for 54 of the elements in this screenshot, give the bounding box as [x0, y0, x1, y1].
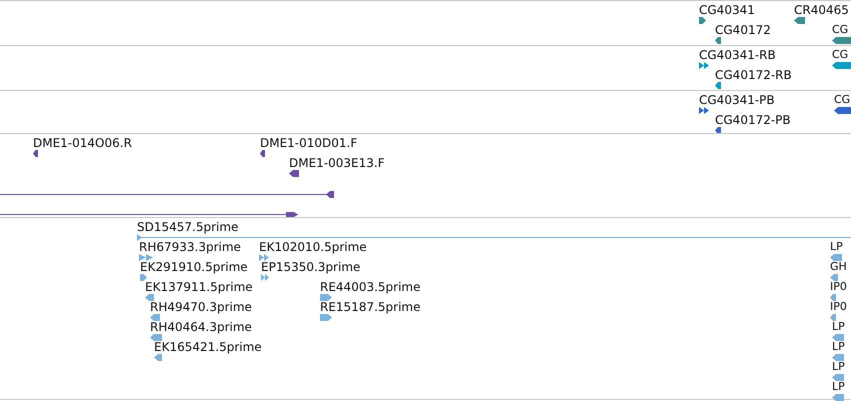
feature-label: RH40464.3prime: [150, 320, 252, 334]
left-arrow-icon[interactable]: [715, 37, 721, 44]
feature-label: LP: [832, 340, 845, 354]
feature-label: EP15350.3prime: [261, 260, 360, 274]
right-arrow-icon[interactable]: [140, 274, 147, 281]
feature-label: EK165421.5prime: [154, 340, 262, 354]
double-chevron-icon[interactable]: [139, 254, 153, 261]
feature-label: CG40172-RB: [715, 68, 792, 82]
feature-label: DME1-014O06.R: [33, 136, 132, 150]
alignment-arrow[interactable]: [0, 211, 298, 218]
feature-label: DME1-010D01.F: [260, 136, 358, 150]
feature-label: RH49470.3prime: [150, 300, 252, 314]
feature-label: CG40341-RB: [699, 48, 776, 62]
feature-label: EK102010.5prime: [259, 240, 367, 254]
feature-label: CG40341-PB: [699, 93, 775, 107]
feature-label: CG: [834, 93, 850, 107]
left-arrow-icon[interactable]: [33, 150, 38, 157]
right-arrow-icon[interactable]: [320, 314, 332, 321]
left-arrow-icon[interactable]: [715, 82, 721, 89]
feature-label: RE44003.5prime: [320, 280, 420, 294]
feature-label: LP: [832, 380, 845, 394]
feature-label: IP0: [830, 280, 847, 294]
left-arrow-icon[interactable]: [832, 62, 851, 69]
feature-label: CG40172-PB: [715, 113, 791, 127]
feature-label: CG40172: [715, 23, 771, 37]
feature-label: GH: [830, 260, 847, 274]
right-arrow-icon[interactable]: [699, 17, 706, 24]
feature-label: LP: [832, 360, 845, 374]
feature-label: CR40465: [794, 3, 849, 17]
feature-label: EK137911.5prime: [145, 280, 253, 294]
feature-label: IP0: [830, 300, 847, 314]
double-chevron-icon[interactable]: [261, 274, 269, 281]
feature-label: RE15187.5prime: [320, 300, 420, 314]
left-arrow-icon[interactable]: [260, 150, 265, 157]
left-arrow-icon[interactable]: [289, 170, 299, 177]
double-chevron-icon[interactable]: [699, 62, 709, 69]
left-arrow-icon[interactable]: [794, 17, 805, 24]
feature-label: SD15457.5prime: [137, 220, 238, 234]
left-arrow-icon[interactable]: [715, 127, 721, 134]
feature-label: CG: [832, 23, 848, 37]
feature-label: CG: [832, 48, 848, 62]
right-arrow-icon[interactable]: [320, 294, 332, 301]
feature-label: CG40341: [699, 3, 755, 17]
double-chevron-icon[interactable]: [699, 107, 709, 114]
feature-label: LP: [832, 320, 845, 334]
feature-label: EK291910.5prime: [140, 260, 248, 274]
double-chevron-icon[interactable]: [259, 254, 269, 261]
feature-label: DME1-003E13.F: [289, 156, 385, 170]
alignment-arrow[interactable]: [0, 191, 334, 198]
left-arrow-icon[interactable]: [832, 37, 851, 44]
feature-label: RH67933.3prime: [139, 240, 241, 254]
feature-line[interactable]: [137, 234, 851, 241]
left-arrow-icon[interactable]: [834, 107, 851, 114]
feature-label: LP: [830, 240, 843, 254]
